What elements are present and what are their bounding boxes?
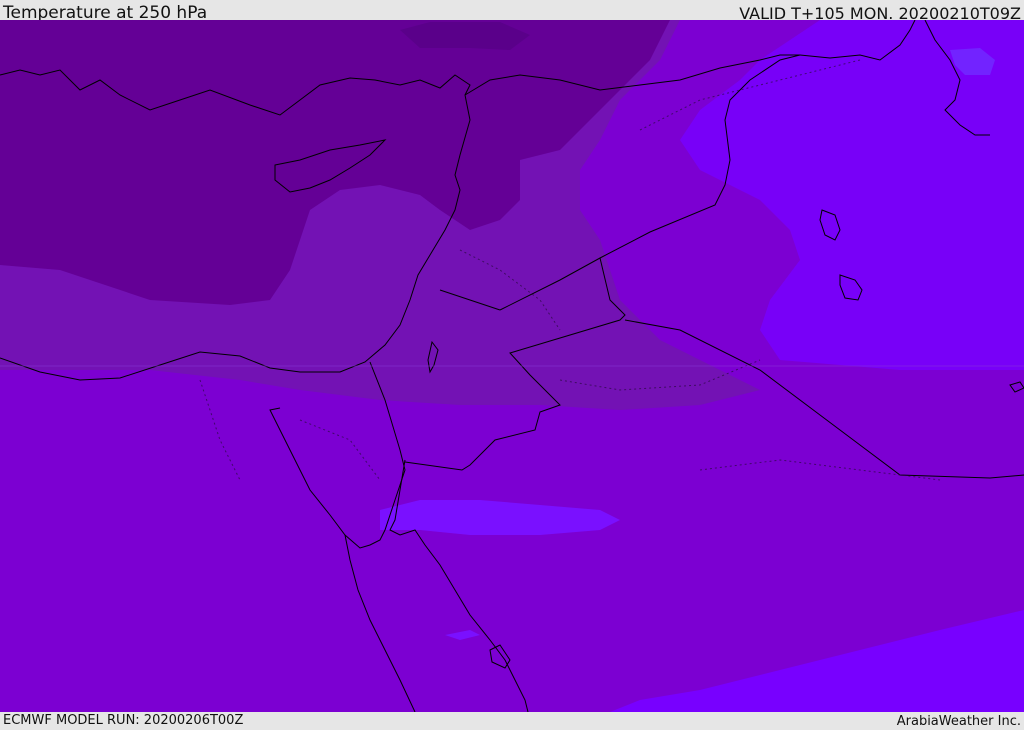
temperature-map <box>0 20 1024 712</box>
model-run: ECMWF MODEL RUN: 20200206T00Z <box>3 713 244 728</box>
credit-text: ArabiaWeather Inc. <box>896 714 1021 729</box>
